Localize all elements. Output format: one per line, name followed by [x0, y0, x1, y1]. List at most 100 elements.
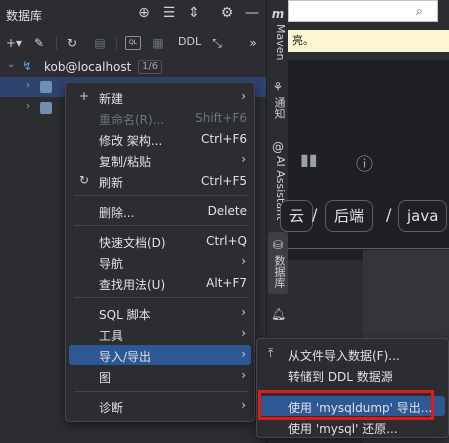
menu-item-label: SQL 脚本 — [99, 308, 151, 322]
menu-item-find-usages[interactable]: 查找用法(U) Alt+F7 — [69, 273, 251, 293]
tree-root-node[interactable]: ⌄ ↯ kob@localhost 1/6 — [0, 57, 266, 77]
search-input[interactable]: ⌕ — [288, 0, 438, 22]
menu-item-label: 复制/粘贴 — [99, 155, 152, 169]
breadcrumb-item[interactable]: 后端 — [325, 200, 374, 232]
chevron-right-icon: › — [241, 326, 246, 340]
menu-item-shortcut: Alt+F7 — [206, 276, 247, 290]
chevron-right-icon: › — [241, 398, 246, 412]
import-icon: ⤒ — [268, 346, 274, 360]
menu-item-label: 导航 — [99, 257, 124, 271]
menu-item-shortcut: Ctrl+F6 — [201, 132, 247, 146]
at-sign-icon[interactable]: @ — [271, 140, 285, 154]
schema-count-badge[interactable]: 1/6 — [138, 60, 163, 74]
database-icon[interactable]: ⛁ — [271, 238, 285, 252]
menu-item-sql-scripts[interactable]: SQL 脚本 › — [69, 303, 251, 323]
menu-item-label: 修改 架构... — [99, 134, 163, 148]
submenu-item-restore-mysql[interactable]: 使用 'mysql' 还原... — [260, 417, 445, 437]
menu-item-shortcut: Ctrl+Q — [206, 234, 247, 248]
database-toolbar: +▾ ✎ ↻ ▤ QL ▦ ⤡ » — [0, 31, 266, 55]
menu-separator — [74, 225, 248, 226]
chevron-down-icon[interactable]: ⌄ — [7, 59, 15, 70]
menu-separator — [74, 391, 248, 392]
ddl-button[interactable]: DDL — [178, 35, 201, 48]
import-export-submenu: ⤒ 从文件导入数据(F)... 转储到 DDL 数据源 使用 'mysqldum… — [256, 338, 449, 438]
submenu-item-label: 转储到 DDL 数据源 — [288, 370, 393, 384]
refresh-icon[interactable]: ↻ — [64, 35, 80, 51]
menu-item-label: 诊断 — [99, 401, 124, 415]
bell-icon[interactable]: 🔔︎ — [271, 307, 286, 321]
notification-banner: 亮。 — [288, 30, 449, 52]
chevron-right-icon: › — [241, 368, 246, 382]
more-icon[interactable]: » — [245, 35, 261, 51]
chevron-right-icon: › — [241, 89, 246, 103]
menu-item-shortcut: Shift+F6 — [195, 111, 247, 125]
bar-chart-icon[interactable]: ▮▮ — [300, 150, 318, 169]
tool-window-title: 数据库 — [6, 9, 43, 23]
submenu-item-dump-to-ddl[interactable]: 转储到 DDL 数据源 — [260, 365, 445, 385]
menu-item-tools[interactable]: 工具 › — [69, 324, 251, 344]
maven-logo-icon[interactable]: m — [271, 7, 285, 21]
structure-icon[interactable]: ⚘ — [271, 80, 285, 94]
divider — [288, 248, 449, 249]
jump-icon[interactable]: ⤡ — [209, 35, 225, 51]
plus-icon[interactable]: +▾ — [6, 35, 22, 51]
menu-item-label: 工具 — [99, 329, 124, 343]
stop-icon[interactable]: ▤ — [92, 35, 108, 51]
toolbar-divider — [116, 37, 117, 50]
submenu-item-label: 从文件导入数据(F)... — [288, 349, 400, 363]
breadcrumb-separator: / — [312, 205, 318, 224]
menu-item-rename[interactable]: 重命名(R)... Shift+F6 — [69, 108, 251, 128]
collapse-all-icon[interactable]: ☰ — [161, 5, 177, 21]
menu-item-import-export[interactable]: 导入/导出 › — [69, 345, 251, 365]
menu-item-label: 重命名(R)... — [99, 113, 165, 127]
menu-item-label: 导入/导出 — [99, 350, 152, 364]
menu-item-shortcut: Ctrl+F5 — [201, 174, 247, 188]
mysql-datasource-icon: ↯ — [22, 59, 33, 73]
expand-all-icon[interactable]: ⇕ — [186, 5, 202, 21]
menu-item-label: 刷新 — [99, 176, 124, 190]
menu-item-refresh[interactable]: ↻ 刷新 Ctrl+F5 — [69, 171, 251, 191]
notifications-tab[interactable]: 通知 — [269, 97, 287, 119]
chevron-right-icon[interactable]: › — [26, 101, 30, 112]
context-menu: + 新建 › 重命名(R)... Shift+F6 修改 架构... Ctrl+… — [65, 82, 255, 422]
sql-console-icon[interactable]: QL — [125, 36, 141, 50]
refresh-icon: ↻ — [78, 173, 90, 187]
menu-item-delete[interactable]: 删除... Delete — [69, 201, 251, 221]
menu-item-new[interactable]: + 新建 › — [69, 87, 251, 107]
toolbar-divider — [56, 37, 57, 50]
annotation-highlight-box — [258, 390, 434, 420]
menu-item-label: 新建 — [99, 92, 124, 106]
folder-icon — [40, 102, 52, 114]
chevron-right-icon: › — [241, 254, 246, 268]
menu-separator — [74, 297, 248, 298]
chevron-right-icon: › — [241, 152, 246, 166]
menu-item-diagnostics[interactable]: 诊断 › — [69, 396, 251, 416]
menu-item-navigate[interactable]: 导航 › — [69, 252, 251, 272]
minimize-icon[interactable]: — — [244, 5, 260, 21]
table-icon[interactable]: ▦ — [150, 35, 166, 51]
menu-item-label: 图 — [99, 371, 112, 385]
submenu-item-import-from-file[interactable]: ⤒ 从文件导入数据(F)... — [260, 344, 445, 364]
datasource-properties-icon[interactable]: ✎ — [31, 35, 47, 51]
maven-tab[interactable]: Maven — [269, 24, 287, 60]
chevron-right-icon: › — [241, 347, 246, 361]
menu-item-label: 快速文档(D) — [99, 236, 166, 250]
breadcrumb-item-partial[interactable]: 云 — [280, 200, 314, 232]
menu-item-shortcut: Delete — [207, 204, 247, 218]
menu-item-diagrams[interactable]: 图 › — [69, 366, 251, 386]
submenu-item-label: 使用 'mysql' 还原... — [288, 422, 398, 436]
menu-item-copy-paste[interactable]: 复制/粘贴 › — [69, 150, 251, 170]
menu-item-quick-doc[interactable]: 快速文档(D) Ctrl+Q — [69, 231, 251, 251]
info-icon[interactable]: ⓘ — [356, 150, 373, 175]
database-tab[interactable]: 数据库 — [269, 255, 287, 288]
menu-item-label: 删除... — [99, 206, 135, 220]
crosshair-icon[interactable]: ⊕ — [136, 5, 152, 21]
chevron-right-icon: › — [241, 305, 246, 319]
menu-item-modify-schema[interactable]: 修改 架构... Ctrl+F6 — [69, 129, 251, 149]
gear-icon[interactable]: ⚙ — [219, 5, 235, 21]
menu-separator — [74, 195, 248, 196]
plus-icon: + — [78, 89, 90, 103]
breadcrumb-separator: / — [386, 205, 392, 224]
chevron-right-icon[interactable]: › — [26, 80, 30, 91]
breadcrumb-item[interactable]: java — [398, 200, 448, 232]
